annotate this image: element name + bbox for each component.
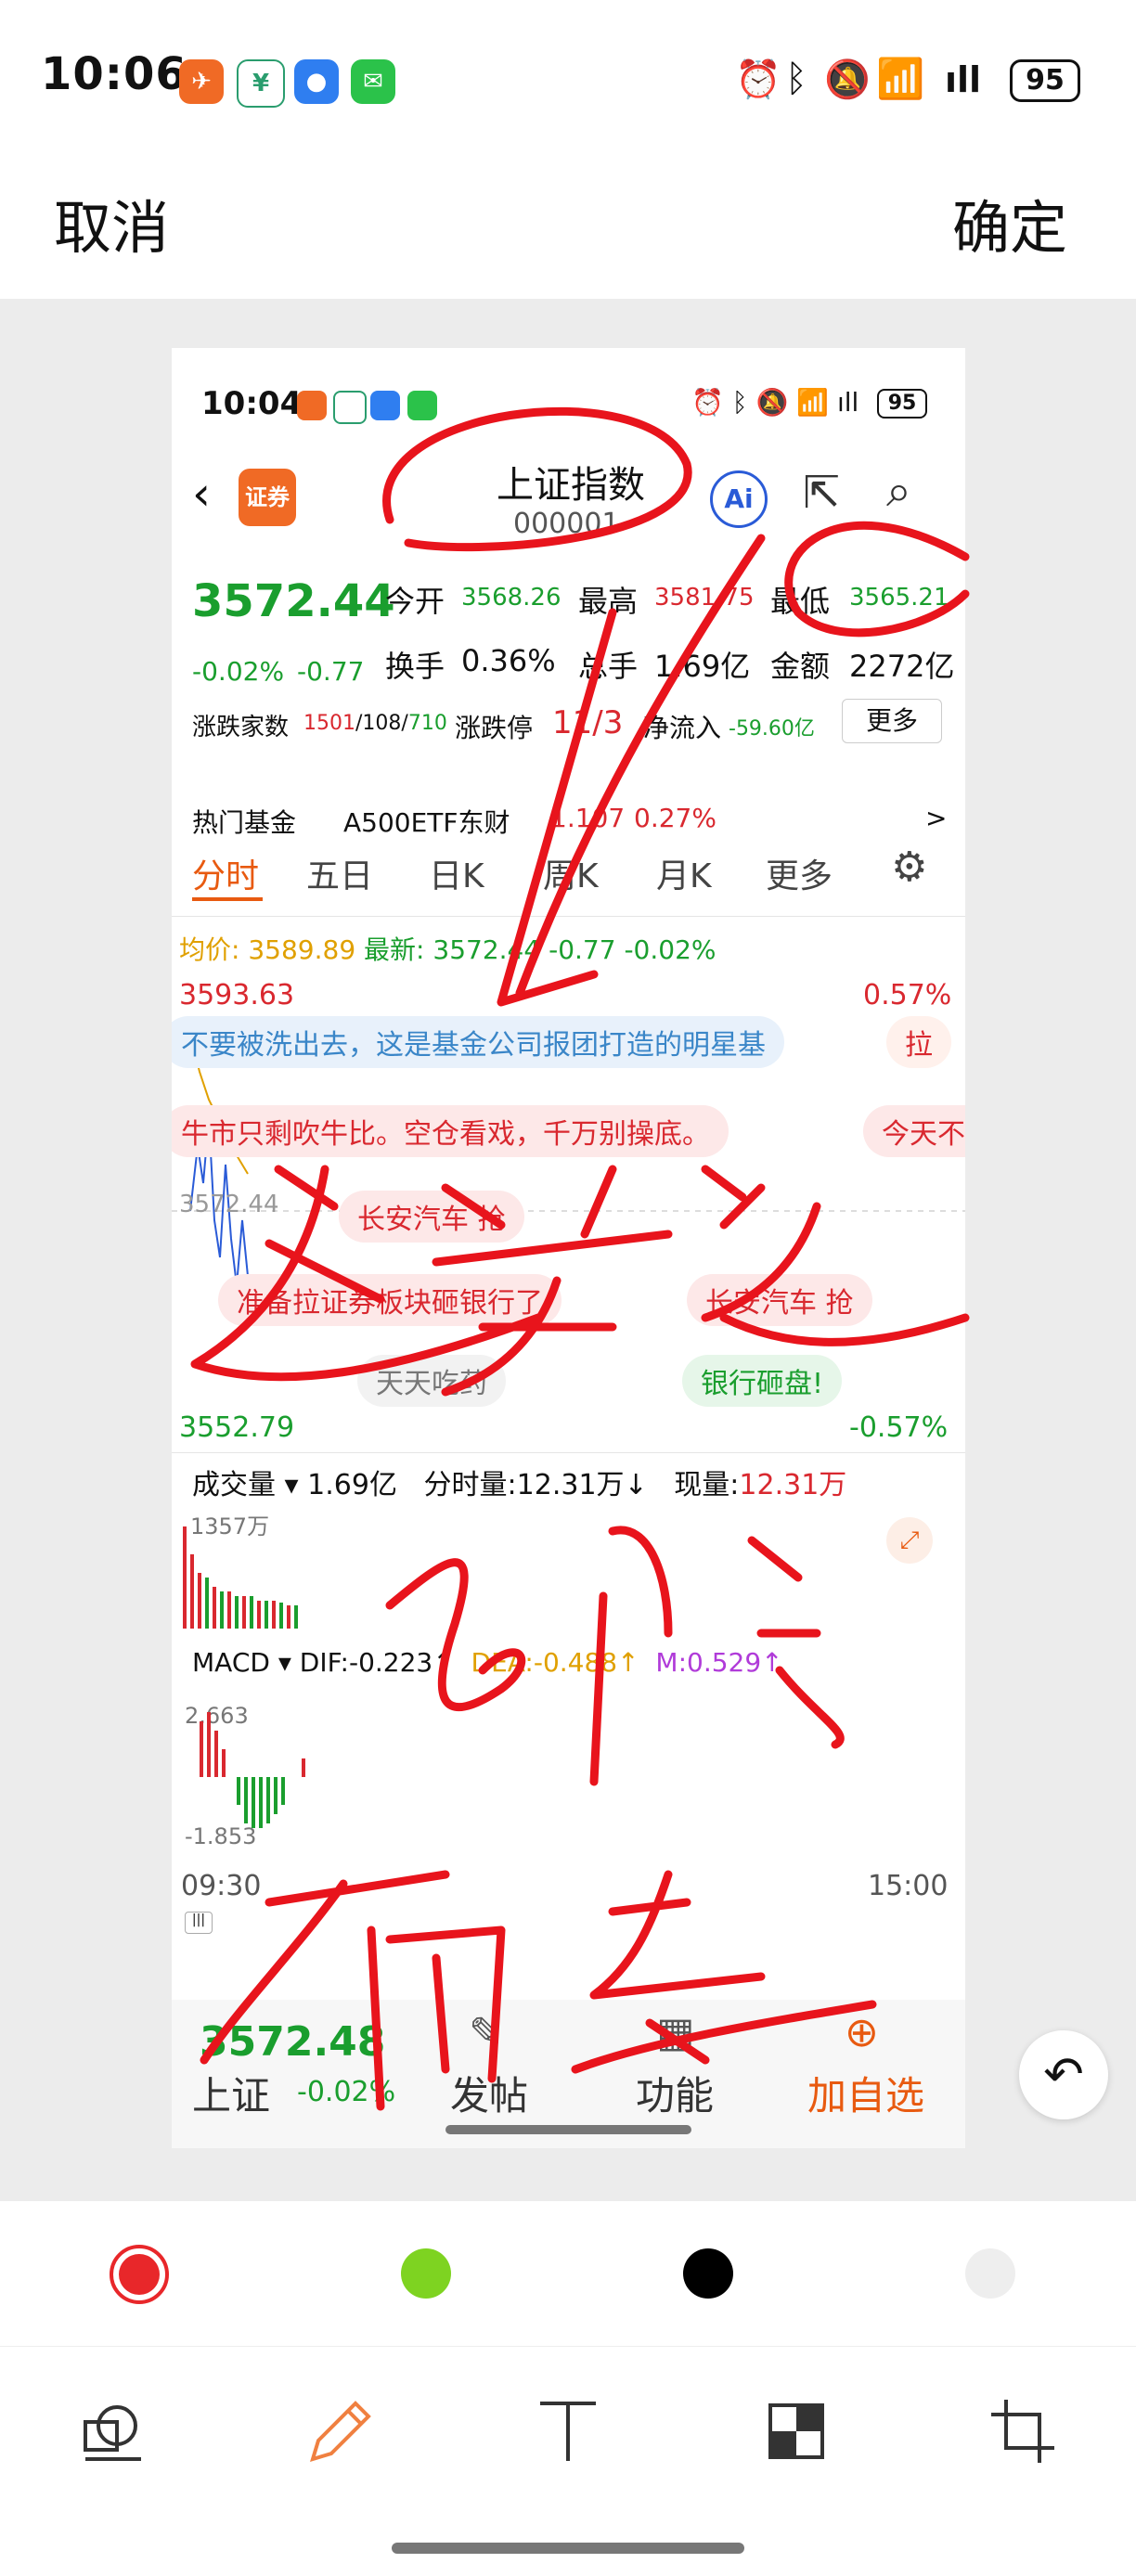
- char-stroke: [571, 1870, 877, 2074]
- char-stroke: [701, 1165, 970, 1346]
- char-stroke: [589, 1526, 673, 1786]
- char-stroke: [367, 1926, 506, 2111]
- color-green[interactable]: [401, 2248, 451, 2299]
- eraser-icon[interactable]: [76, 2394, 150, 2468]
- char-stroke: [747, 1536, 845, 1749]
- char-stroke: [385, 1558, 526, 1711]
- char-stroke: [200, 1870, 450, 2065]
- system-home-indicator: [392, 2543, 744, 2554]
- char-stroke: [432, 1165, 673, 1397]
- color-black[interactable]: [683, 2248, 733, 2299]
- toolbar-divider: [0, 2346, 1136, 2347]
- text-icon[interactable]: [531, 2394, 605, 2468]
- circle-stroke: [382, 406, 692, 552]
- pen-icon[interactable]: [302, 2394, 376, 2468]
- color-white[interactable]: [965, 2248, 1015, 2299]
- arrow-stroke: [497, 534, 766, 1007]
- handwriting-overlay: [190, 406, 970, 2111]
- crop-icon[interactable]: [986, 2394, 1060, 2468]
- circle-stroke: [784, 521, 970, 638]
- undo-button[interactable]: ↶: [1019, 2030, 1108, 2119]
- char-stroke: [190, 1165, 543, 1382]
- mosaic-icon[interactable]: [759, 2394, 833, 2468]
- color-red[interactable]: [119, 2254, 160, 2295]
